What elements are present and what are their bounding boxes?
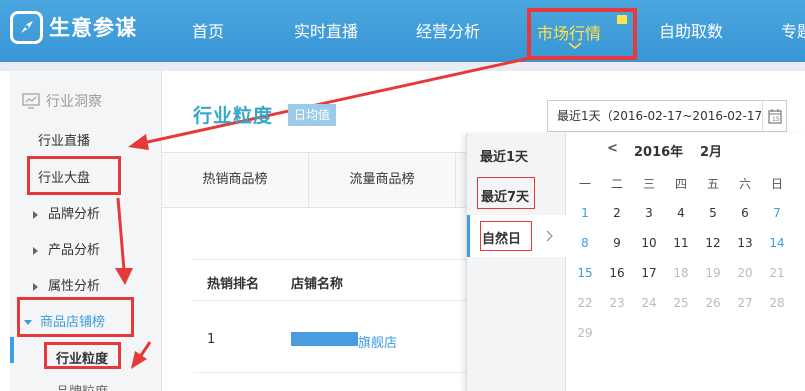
- preset-natural-day-label: 自然日: [482, 232, 522, 247]
- preset-natural-day[interactable]: 自然日: [467, 215, 566, 257]
- table-header: 热销排名 店铺名称: [193, 259, 466, 301]
- calendar-day: 19: [705, 266, 721, 280]
- calendar-day: 28: [769, 296, 785, 310]
- shop-name-link[interactable]: 旗舰店: [358, 332, 397, 351]
- table-row-divider: [193, 372, 466, 373]
- tab-traffic-products[interactable]: 流量商品榜: [309, 153, 456, 207]
- calendar-day[interactable]: 4: [665, 206, 697, 220]
- page-title: 行业粒度: [193, 105, 274, 127]
- weekday-label: 四: [674, 177, 687, 191]
- calendar-day: 24: [641, 296, 657, 310]
- weekday-label: 日: [770, 177, 783, 191]
- preset-last-1-day[interactable]: 最近1天: [467, 146, 566, 165]
- ranking-tabs: 热销商品榜 流量商品榜: [162, 152, 466, 208]
- weekday-label: 三: [642, 177, 655, 191]
- column-header-shop: 店铺名称: [291, 277, 344, 292]
- redacted-shop-name: [291, 332, 358, 346]
- calendar-month: 2月: [700, 145, 723, 160]
- calendar-icon[interactable]: 15: [762, 100, 787, 132]
- calendar-day[interactable]: 10: [633, 236, 665, 250]
- svg-text:15: 15: [772, 116, 780, 123]
- calendar-day: 20: [737, 266, 753, 280]
- calendar-day[interactable]: 15: [569, 266, 601, 280]
- calendar-day[interactable]: 14: [761, 236, 793, 250]
- calendar-day[interactable]: 11: [665, 236, 697, 250]
- calendar-day[interactable]: 6: [729, 206, 761, 220]
- date-picker-dropdown: 最近1天 最近7天 自然日 < 2016年 2月 一二三四五六日12345678…: [466, 133, 805, 391]
- calendar-day[interactable]: 2: [601, 206, 633, 220]
- calendar-day: 21: [769, 266, 785, 280]
- calendar-day[interactable]: 5: [697, 206, 729, 220]
- calendar-day[interactable]: 7: [761, 206, 793, 220]
- calendar-day[interactable]: 13: [729, 236, 761, 250]
- app-window: { "app": {"title": "生意参谋"}, "nav": { "it…: [0, 0, 805, 391]
- calendar-day: 22: [577, 296, 593, 310]
- prev-month-button[interactable]: <: [607, 141, 618, 156]
- chevron-right-icon: [546, 230, 553, 242]
- calendar-year: 2016年: [634, 145, 684, 160]
- weekday-label: 五: [706, 177, 719, 191]
- calendar-day: 25: [673, 296, 689, 310]
- calendar-day[interactable]: 3: [633, 206, 665, 220]
- calendar-day: 23: [609, 296, 625, 310]
- calendar-day: 27: [737, 296, 753, 310]
- weekday-label: 二: [610, 177, 623, 191]
- calendar-day: 29: [577, 326, 593, 340]
- date-preset-list: 最近1天 最近7天 自然日: [467, 133, 566, 391]
- calendar-day: 26: [705, 296, 721, 310]
- column-header-rank: 热销排名: [207, 277, 260, 292]
- rank-cell: 1: [207, 332, 216, 347]
- calendar-day: 18: [673, 266, 689, 280]
- calendar-day[interactable]: 16: [601, 266, 633, 280]
- calendar-day[interactable]: 12: [697, 236, 729, 250]
- calendar-day[interactable]: 9: [601, 236, 633, 250]
- weekday-label: 一: [578, 177, 591, 191]
- daily-average-badge: 日均值: [288, 104, 337, 126]
- calendar-day[interactable]: 17: [633, 266, 665, 280]
- calendar: < 2016年 2月 一二三四五六日 1 2 3 4 5 6 7 8 9 10 11 12 13 14 15 1…: [567, 133, 805, 391]
- weekday-label: 六: [738, 177, 751, 191]
- date-range-picker[interactable]: 最近1天（2016-02-17~2016-02-17）: [547, 100, 787, 132]
- calendar-day[interactable]: 1: [569, 206, 601, 220]
- preset-last-7-days[interactable]: 最近7天: [467, 186, 566, 205]
- tab-hot-products[interactable]: 热销商品榜: [162, 153, 309, 207]
- calendar-day[interactable]: 8: [569, 236, 601, 250]
